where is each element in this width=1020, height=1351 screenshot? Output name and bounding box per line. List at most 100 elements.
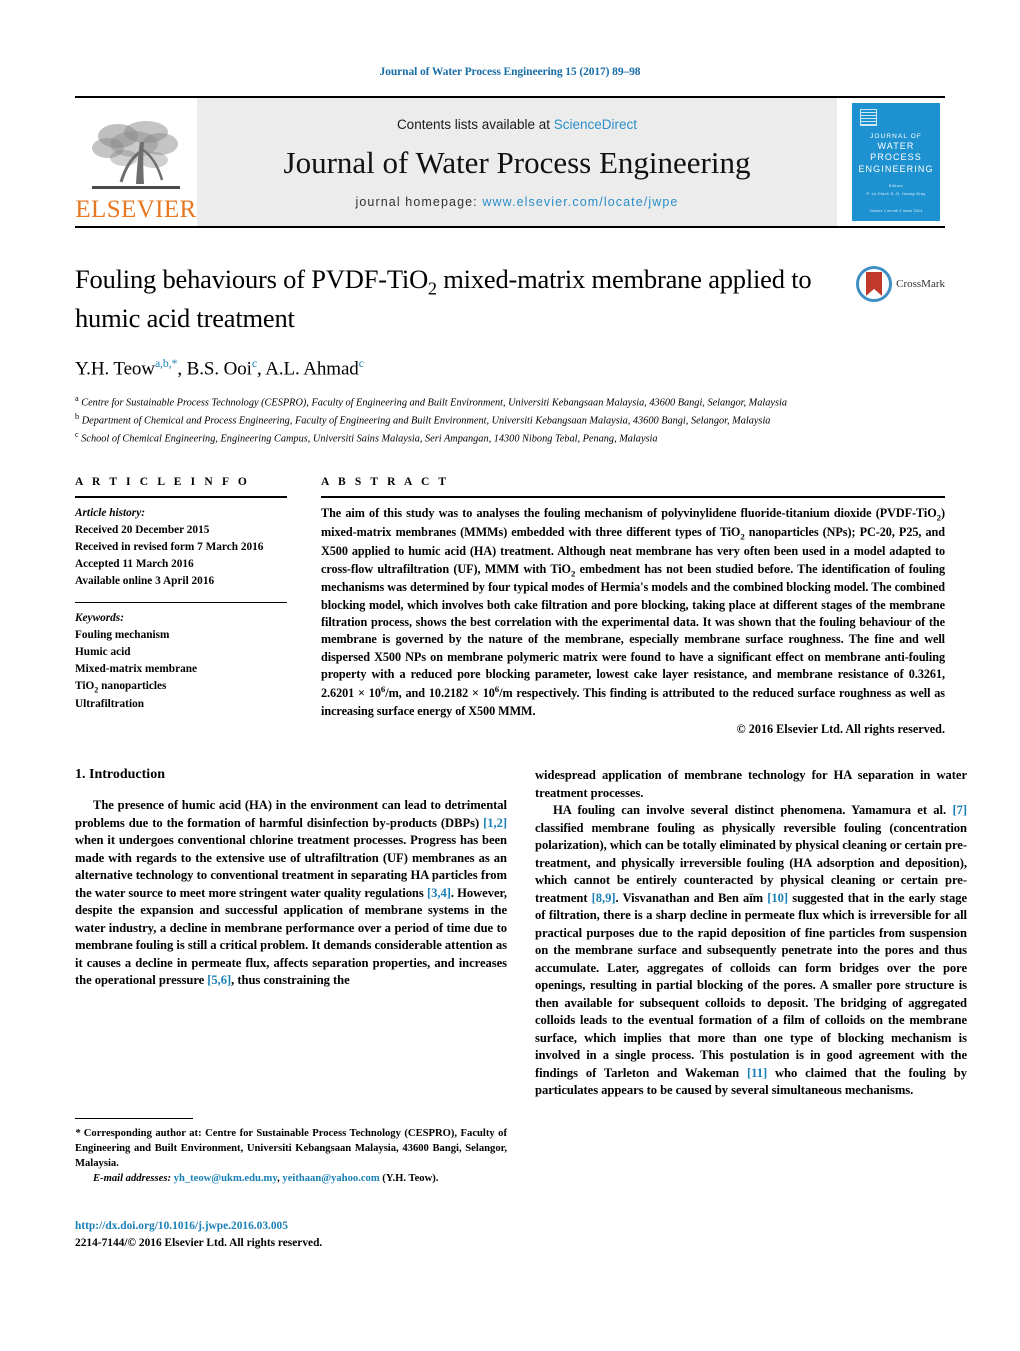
- affiliation-a: a Centre for Sustainable Process Technol…: [75, 393, 945, 411]
- corresponding-author-note: * Corresponding author at: Centre for Su…: [75, 1126, 507, 1171]
- citation-ref-10[interactable]: [10]: [767, 891, 788, 905]
- citation-ref-11[interactable]: [11]: [747, 1066, 767, 1080]
- affiliation-c-text: School of Chemical Engineering, Engineer…: [81, 433, 658, 445]
- cover-line-1: JOURNAL OF: [870, 133, 922, 140]
- email-link-2[interactable]: yeithaan@yahoo.com: [282, 1173, 379, 1184]
- abstract-copyright: © 2016 Elsevier Ltd. All rights reserved…: [736, 722, 945, 737]
- doi-link[interactable]: http://dx.doi.org/10.1016/j.jwpe.2016.03…: [75, 1218, 507, 1235]
- intro-p2-c: . Visvanathan and Ben aïm: [615, 890, 768, 905]
- homepage-prefix: journal homepage:: [355, 194, 483, 209]
- title-block: Fouling behaviours of PVDF-TiO2 mixed-ma…: [75, 262, 945, 335]
- title-left: Fouling behaviours of PVDF-TiO2 mixed-ma…: [75, 262, 856, 335]
- elsevier-tree-icon: [92, 121, 180, 189]
- citation-ref-7[interactable]: [7]: [952, 803, 967, 817]
- article-history-item: Accepted 11 March 2016: [75, 558, 194, 571]
- keyword-item: Ultrafiltration: [75, 698, 145, 711]
- journal-band: Contents lists available at ScienceDirec…: [197, 98, 837, 226]
- journal-cover-thumbnail: JOURNAL OF WATER PROCESS ENGINEERING Edi…: [847, 98, 945, 226]
- intro-p1-c: . However, despite the expansion and suc…: [75, 885, 507, 988]
- article-info-heading: A R T I C L E I N F O: [75, 476, 250, 489]
- article-info-rule: [75, 496, 287, 499]
- footnote-block: * Corresponding author at: Centre for Su…: [75, 1118, 507, 1186]
- contents-prefix: Contents lists available at: [396, 117, 554, 133]
- homepage-url-link[interactable]: www.elsevier.com/locate/jwpe: [482, 195, 678, 209]
- sciencedirect-link[interactable]: ScienceDirect: [554, 117, 637, 132]
- keyword-item: Humic acid: [75, 646, 131, 658]
- author-1-name[interactable]: Y.H. Teow: [75, 358, 155, 379]
- abstract-heading: A B S T R A C T: [321, 476, 450, 489]
- abstract-column: A B S T R A C T The aim of this study wa…: [321, 476, 945, 737]
- affiliation-c-mark: c: [75, 429, 79, 439]
- author-2-name[interactable]: B.S. Ooi: [187, 358, 252, 379]
- article-history-item: Available online 3 April 2016: [75, 575, 215, 588]
- abstract-seg-5: /m, and 10.2182 × 10: [385, 686, 495, 701]
- running-head: Journal of Water Process Engineering 15 …: [379, 66, 641, 78]
- page-title: Fouling behaviours of PVDF-TiO2 mixed-ma…: [75, 262, 842, 335]
- body-left-column: 1. Introduction The presence of humic ac…: [75, 767, 507, 1100]
- affiliation-c: c School of Chemical Engineering, Engine…: [75, 429, 945, 447]
- doi-block: http://dx.doi.org/10.1016/j.jwpe.2016.03…: [75, 1218, 507, 1251]
- cover-art: JOURNAL OF WATER PROCESS ENGINEERING Edi…: [852, 103, 940, 221]
- crossmark-label: CrossMark: [896, 278, 945, 290]
- affiliation-a-text: Centre for Sustainable Process Technolog…: [81, 397, 787, 409]
- author-list: Y.H. Teowa,b,*, B.S. Ooic, A.L. Ahmadc: [75, 357, 364, 380]
- keywords-rule: [75, 602, 287, 604]
- citation-ref-5-6[interactable]: [5,6]: [207, 973, 231, 987]
- cover-editors-names: P. Le-Clech S.-D. Huang Gray: [866, 192, 926, 197]
- author-2-affil-marks[interactable]: c: [252, 357, 257, 370]
- journal-homepage-line: journal homepage: www.elsevier.com/locat…: [356, 195, 679, 209]
- abstract-text: The aim of this study was to analyses th…: [321, 505, 945, 720]
- email-note: E-mail addresses: yh_teow@ukm.edu.my, ye…: [93, 1173, 439, 1185]
- intro-paragraph-1-continued: widespread application of membrane techn…: [535, 768, 967, 800]
- author-3-name[interactable]: A.L. Ahmad: [265, 358, 359, 379]
- journal-masthead: ELSEVIER Contents lists available at Sci…: [75, 96, 945, 228]
- author-1-affil-marks[interactable]: a,b,*: [155, 357, 177, 370]
- email-label: E-mail addresses:: [93, 1173, 171, 1185]
- title-part-1: Fouling behaviours of PVDF-TiO: [75, 264, 429, 294]
- cover-line-3: ENGINEERING: [858, 163, 934, 174]
- cover-editors-label: Editors: [889, 183, 903, 188]
- elsevier-wordmark: ELSEVIER: [75, 196, 197, 223]
- intro-paragraph-2: HA fouling can involve several distinct …: [535, 802, 967, 1100]
- email-suffix: (Y.H. Teow).: [379, 1173, 439, 1185]
- citation-ref-1-2[interactable]: [1,2]: [483, 816, 507, 830]
- cover-publisher-icon: [860, 109, 877, 126]
- affiliation-b-mark: b: [75, 412, 80, 422]
- email-link-1[interactable]: yh_teow@ukm.edu.my: [174, 1173, 277, 1184]
- cover-volume-line: Volume 1 month 2 issue 2014: [869, 209, 923, 213]
- body-columns: 1. Introduction The presence of humic ac…: [75, 767, 967, 1100]
- article-history-item: Received 20 December 2015: [75, 524, 210, 537]
- intro-p2-d: suggested that in the early stage of fil…: [535, 890, 967, 1080]
- author-3-affil-marks[interactable]: c: [359, 357, 364, 370]
- intro-p2-a: HA fouling can involve several distinct …: [553, 803, 953, 818]
- elsevier-logo: ELSEVIER: [75, 98, 197, 226]
- issn-copyright-line: 2214-7144/© 2016 Elsevier Ltd. All right…: [75, 1236, 323, 1249]
- keyword-item: Fouling mechanism: [75, 629, 170, 642]
- affiliation-b-text: Department of Chemical and Process Engin…: [81, 415, 771, 427]
- journal-title: Journal of Water Process Engineering: [283, 145, 751, 181]
- keyword-item: Mixed-matrix membrane: [75, 662, 198, 675]
- keyword-item: TiO2 nanoparticles: [75, 679, 167, 695]
- article-history-item: Received in revised form 7 March 2016: [75, 541, 264, 554]
- citation-ref-3-4[interactable]: [3,4]: [427, 886, 451, 900]
- crossmark-badge[interactable]: CrossMark: [856, 262, 945, 302]
- introduction-heading: 1. Introduction: [75, 767, 165, 783]
- citation-ref-8-9[interactable]: [8,9]: [592, 891, 616, 905]
- article-info-column: A R T I C L E I N F O Article history: R…: [75, 476, 321, 713]
- footnote-rule: [75, 1118, 193, 1119]
- abstract-seg-4: embedment has not been studied before. T…: [321, 561, 945, 701]
- article-history-label: Article history:: [75, 507, 145, 520]
- body-right-column: widespread application of membrane techn…: [535, 767, 967, 1100]
- abstract-rule: [321, 496, 945, 499]
- paper-page: Journal of Water Process Engineering 15 …: [0, 0, 1020, 1351]
- intro-p1-a: The presence of humic acid (HA) in the e…: [75, 798, 507, 830]
- contents-available-line: Contents lists available at ScienceDirec…: [397, 117, 637, 132]
- abstract-seg-1: The aim of this study was to analyses th…: [321, 506, 937, 521]
- keywords-label: Keywords:: [75, 612, 124, 625]
- footnote-text: Corresponding author at: Centre for Sust…: [75, 1128, 507, 1170]
- title-subscript: 2: [428, 278, 437, 299]
- intro-p1-d: , thus constraining the: [231, 973, 350, 988]
- crossmark-icon: [856, 266, 893, 302]
- affiliation-a-mark: a: [75, 394, 79, 404]
- affiliation-b: b Department of Chemical and Process Eng…: [75, 411, 945, 429]
